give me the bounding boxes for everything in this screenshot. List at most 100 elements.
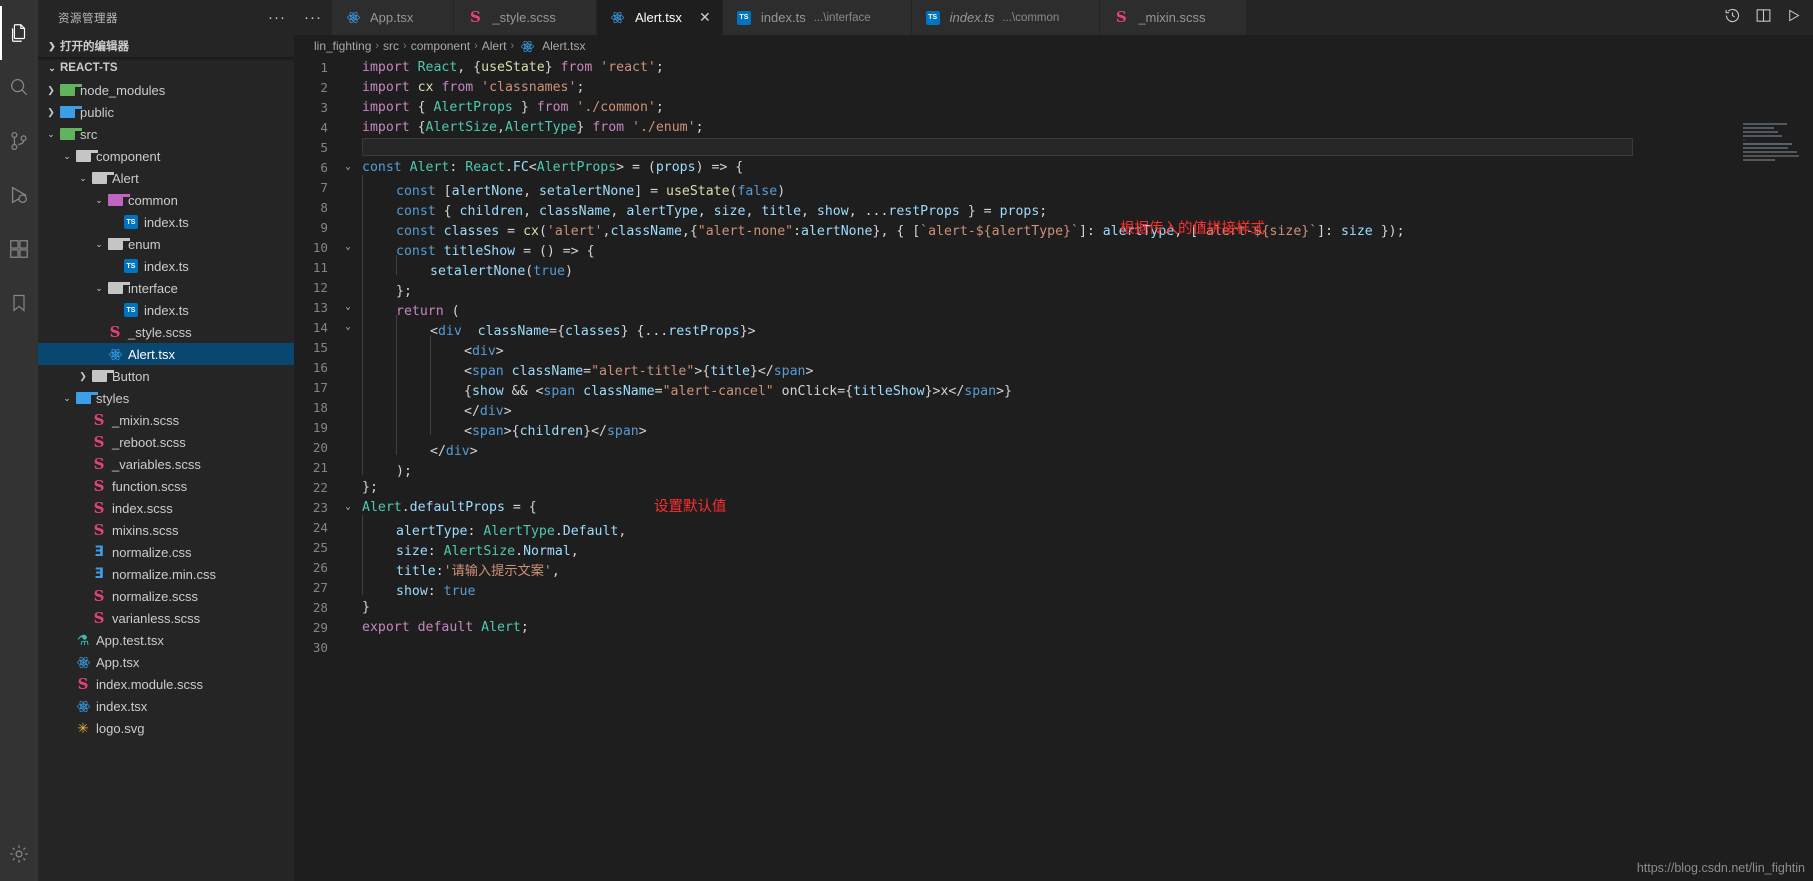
tab-path: ...\common xyxy=(1002,11,1060,24)
open-editors-section[interactable]: ❯ 打开的编辑器 xyxy=(38,35,294,57)
fold-toggle-icon[interactable]: ⌄ xyxy=(340,322,356,332)
activity-item-explorer[interactable] xyxy=(0,6,38,60)
activity-item-bookmarks[interactable] xyxy=(0,276,38,330)
tree-item-index-ts[interactable]: TS index.ts xyxy=(38,299,294,321)
fold-toggle-icon[interactable]: ⌄ xyxy=(340,242,356,252)
tree-item-alert[interactable]: ⌄ Alert xyxy=(38,167,294,189)
tree-item-public[interactable]: ❯ public xyxy=(38,101,294,123)
timeline-history-icon[interactable] xyxy=(1724,7,1741,28)
editor-tab-app-tsx[interactable]: App.tsx xyxy=(332,0,455,35)
tree-item-button[interactable]: ❯ Button xyxy=(38,365,294,387)
tree-item-index-module-scss[interactable]: Sindex.module.scss xyxy=(38,673,294,695)
tree-item-index-ts[interactable]: TS index.ts xyxy=(38,255,294,277)
activity-item-source-control[interactable] xyxy=(0,114,38,168)
code-line[interactable]: 8 const { children, className, alertType,… xyxy=(294,195,1813,219)
code-editor[interactable]: 1 import React, {useState} from 'react'; 2… xyxy=(294,57,1813,881)
editor-scrollbar[interactable] xyxy=(1799,92,1813,881)
code-line[interactable]: 18 </div> xyxy=(294,395,1813,419)
extensions-icon xyxy=(10,240,28,258)
tree-item-mixins-scss[interactable]: Smixins.scss xyxy=(38,519,294,541)
fold-toggle-icon[interactable]: ⌄ xyxy=(340,162,356,172)
activity-item-extensions[interactable] xyxy=(0,222,38,276)
tree-item-normalize-css[interactable]: Ǝnormalize.css xyxy=(38,541,294,563)
code-line[interactable]: 10 ⌄ const titleShow = () => { xyxy=(294,235,1813,259)
code-line[interactable]: 19 <span>{children}</span> xyxy=(294,415,1813,439)
fold-toggle-icon[interactable]: ⌄ xyxy=(340,502,356,512)
tree-item-logo-svg[interactable]: ✳ logo.svg xyxy=(38,717,294,739)
breadcrumb-item-alert[interactable]: Alert xyxy=(482,39,507,53)
editor-tab--style-scss[interactable]: S _style.scss xyxy=(454,0,597,35)
tree-item--mixin-scss[interactable]: S _mixin.scss xyxy=(38,409,294,431)
code-line[interactable]: 15 <div> xyxy=(294,335,1813,359)
tree-item--variables-scss[interactable]: S _variables.scss xyxy=(38,453,294,475)
tree-item-label: index.tsx xyxy=(96,698,148,714)
code-line[interactable]: 13 ⌄ return ( xyxy=(294,295,1813,319)
editor-tab-index-ts-common[interactable]: TS index.ts ...\common xyxy=(911,0,1101,35)
tree-item-normalize-scss[interactable]: Snormalize.scss xyxy=(38,585,294,607)
tree-item-src[interactable]: ⌄ src xyxy=(38,123,294,145)
code-line[interactable]: 23 ⌄ Alert.defaultProps = { xyxy=(294,497,1813,517)
tree-item-styles[interactable]: ⌄ styles xyxy=(38,387,294,409)
tree-item-interface[interactable]: ⌄ interface xyxy=(38,277,294,299)
tree-item-enum[interactable]: ⌄ enum xyxy=(38,233,294,255)
code-line[interactable]: 29 export default Alert; xyxy=(294,617,1813,637)
code-line[interactable]: 22}; xyxy=(294,477,1813,497)
chevron-right-icon: ❯ xyxy=(47,84,55,95)
code-line[interactable]: 27 show: true xyxy=(294,575,1813,599)
tree-item-app-test-tsx[interactable]: ⚗ App.test.tsx xyxy=(38,629,294,651)
code-line[interactable]: 7 const [alertNone, setalertNone] = useSt… xyxy=(294,175,1813,199)
code-line[interactable]: 24 alertType: AlertType.Default, xyxy=(294,515,1813,539)
split-editor-icon[interactable] xyxy=(1755,7,1772,28)
tree-item-index-ts[interactable]: TS index.ts xyxy=(38,211,294,233)
tree-item-app-tsx[interactable]: App.tsx xyxy=(38,651,294,673)
code-line[interactable]: 1 import React, {useState} from 'react'; xyxy=(294,57,1813,77)
code-line[interactable]: 26 title:'请输入提示文案', xyxy=(294,555,1813,579)
code-line[interactable]: 9 const classes = cx('alert',className,{"… xyxy=(294,215,1813,239)
explorer-more-actions-icon[interactable]: ··· xyxy=(268,9,286,26)
code-line[interactable]: 11 setalertNone(true) xyxy=(294,255,1813,279)
code-line[interactable]: 4 import {AlertSize,AlertType} from './en… xyxy=(294,117,1813,137)
tree-item--style-scss[interactable]: S _style.scss xyxy=(38,321,294,343)
code-line[interactable]: 5 xyxy=(294,137,1813,157)
code-line[interactable]: 16 <span className="alert-title">{title}<… xyxy=(294,355,1813,379)
tab-overflow-button[interactable]: ··· xyxy=(294,0,332,35)
code-line[interactable]: 17 {show && <span className="alert-cancel… xyxy=(294,375,1813,399)
code-line[interactable]: 25 size: AlertSize.Normal, xyxy=(294,535,1813,559)
breadcrumb-item-component[interactable]: component xyxy=(411,39,470,53)
tree-item-common[interactable]: ⌄ common xyxy=(38,189,294,211)
project-section[interactable]: ⌄ REACT-TS xyxy=(38,57,294,79)
fold-toggle-icon[interactable]: ⌄ xyxy=(340,302,356,312)
tree-item-node-modules[interactable]: ❯ node_modules xyxy=(38,79,294,101)
editor-tab-alert-tsx[interactable]: Alert.tsx ✕ xyxy=(596,0,723,35)
activity-item-run-and-debug[interactable] xyxy=(0,168,38,222)
breadcrumb-item-src[interactable]: src xyxy=(383,39,399,53)
minimap[interactable] xyxy=(1743,123,1799,243)
code-line[interactable]: 30 xyxy=(294,637,1813,657)
code-line[interactable]: 21); xyxy=(294,455,1813,479)
breadcrumb-item-lin-fighting[interactable]: lin_fighting xyxy=(314,39,371,53)
activity-item-search[interactable] xyxy=(0,60,38,114)
tree-item-index-scss[interactable]: Sindex.scss xyxy=(38,497,294,519)
code-line[interactable]: 6 ⌄ const Alert: React.FC<AlertProps> = (p… xyxy=(294,157,1813,177)
tree-item-label: _style.scss xyxy=(128,324,192,340)
code-line[interactable]: 20 </div> xyxy=(294,435,1813,459)
editor-tab-index-ts-interface[interactable]: TS index.ts ...\interface xyxy=(722,0,912,35)
code-line[interactable]: 28} xyxy=(294,597,1813,617)
tree-item-function-scss[interactable]: Sfunction.scss xyxy=(38,475,294,497)
tree-item-varianless-scss[interactable]: Svarianless.scss xyxy=(38,607,294,629)
tree-item--reboot-scss[interactable]: S _reboot.scss xyxy=(38,431,294,453)
run-play-icon[interactable] xyxy=(1786,8,1801,27)
code-line[interactable]: 3 import { AlertProps } from './common'; xyxy=(294,97,1813,117)
tree-item-index-tsx[interactable]: index.tsx xyxy=(38,695,294,717)
code-line[interactable]: 12}; xyxy=(294,275,1813,299)
code-line[interactable]: 2 import cx from 'classnames'; xyxy=(294,77,1813,97)
tree-item-alert-tsx[interactable]: Alert.tsx xyxy=(38,343,294,365)
breadcrumb-item-alert-tsx[interactable]: Alert.tsx xyxy=(518,39,585,54)
tree-item-component[interactable]: ⌄ component xyxy=(38,145,294,167)
tree-item-label: App.tsx xyxy=(96,654,140,670)
editor-tab--mixin-scss[interactable]: S _mixin.scss xyxy=(1100,0,1247,35)
code-line[interactable]: 14 ⌄ <div className={classes} {...restProp… xyxy=(294,315,1813,339)
tree-item-normalize-min-css[interactable]: Ǝnormalize.min.css xyxy=(38,563,294,585)
tab-close-icon[interactable]: ✕ xyxy=(698,9,712,26)
activity-item-settings[interactable] xyxy=(0,827,38,881)
